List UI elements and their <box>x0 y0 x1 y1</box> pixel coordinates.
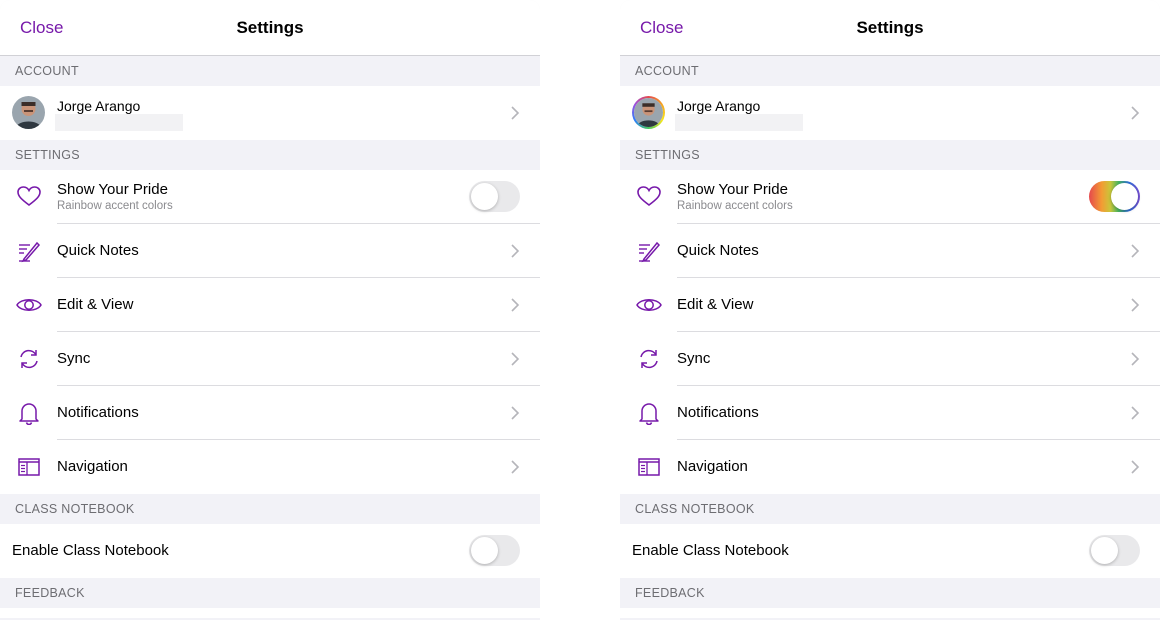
heart-icon <box>16 185 42 209</box>
edit-view-label: Edit & View <box>677 296 754 313</box>
quick-notes-icon <box>636 239 662 263</box>
pride-toggle[interactable] <box>469 181 520 212</box>
nav-bar: Close Settings <box>0 0 540 56</box>
avatar-photo-icon <box>12 96 45 129</box>
quick-notes-label: Quick Notes <box>677 242 759 259</box>
chevron-right-icon <box>510 105 520 121</box>
chevron-right-icon <box>1130 105 1140 121</box>
sync-icon <box>16 347 42 371</box>
page-title: Settings <box>236 18 304 37</box>
toggle-knob <box>471 537 498 564</box>
toggle-knob <box>1091 537 1118 564</box>
settings-item-edit-view[interactable]: Edit & View <box>0 278 540 332</box>
account-email-redacted <box>55 114 183 131</box>
page-title: Settings <box>856 18 924 37</box>
edit-view-label: Edit & View <box>57 296 134 313</box>
class-notebook-toggle[interactable] <box>469 535 520 566</box>
class-notebook-row: Enable Class Notebook <box>620 524 1160 578</box>
toggle-knob <box>1111 183 1138 210</box>
settings-item-quick-notes[interactable]: Quick Notes <box>620 224 1160 278</box>
section-header-feedback: FEEDBACK <box>620 578 1160 608</box>
chevron-right-icon <box>1130 405 1140 421</box>
eye-icon <box>16 293 42 317</box>
navigation-label: Navigation <box>677 458 748 475</box>
section-header-account: ACCOUNT <box>620 56 1160 86</box>
eye-icon <box>636 293 662 317</box>
heart-icon <box>636 185 662 209</box>
section-header-class-notebook: CLASS NOTEBOOK <box>620 494 1160 524</box>
class-notebook-label: Enable Class Notebook <box>12 542 169 559</box>
chevron-right-icon <box>510 351 520 367</box>
account-name: Jorge Arango <box>677 98 761 114</box>
settings-item-navigation[interactable]: Navigation <box>620 440 1160 494</box>
section-header-settings: SETTINGS <box>620 140 1160 170</box>
account-row[interactable]: Jorge Arango <box>620 86 1160 140</box>
pride-subtitle: Rainbow accent colors <box>57 200 173 212</box>
chevron-right-icon <box>510 297 520 313</box>
settings-item-quick-notes[interactable]: Quick Notes <box>0 224 540 278</box>
notifications-label: Notifications <box>677 404 759 421</box>
navigation-icon <box>16 455 42 479</box>
settings-item-sync[interactable]: Sync <box>0 332 540 386</box>
bell-icon <box>16 401 42 425</box>
class-notebook-label: Enable Class Notebook <box>632 542 789 559</box>
sync-icon <box>636 347 662 371</box>
notifications-label: Notifications <box>57 404 139 421</box>
settings-panel-pride-on: Close Settings ACCOUNT Jorge Arango SETT… <box>620 0 1160 620</box>
avatar-photo-icon <box>634 98 663 127</box>
navigation-icon <box>636 455 662 479</box>
pride-label: Show Your Pride <box>57 181 168 198</box>
settings-panel-pride-off: Close Settings ACCOUNT Jorge Arango SETT… <box>0 0 540 620</box>
account-email-redacted <box>675 114 803 131</box>
bell-icon <box>636 401 662 425</box>
toggle-knob <box>471 183 498 210</box>
sync-label: Sync <box>57 350 91 367</box>
settings-item-sync[interactable]: Sync <box>620 332 1160 386</box>
quick-notes-label: Quick Notes <box>57 242 139 259</box>
chevron-right-icon <box>1130 297 1140 313</box>
section-header-feedback: FEEDBACK <box>0 578 540 608</box>
settings-item-notifications[interactable]: Notifications <box>620 386 1160 440</box>
account-name: Jorge Arango <box>57 98 141 114</box>
chevron-right-icon <box>1130 351 1140 367</box>
pride-row: Show Your Pride Rainbow accent colors <box>620 170 1160 224</box>
feedback-row <box>620 608 1160 618</box>
class-notebook-toggle[interactable] <box>1089 535 1140 566</box>
section-header-class-notebook: CLASS NOTEBOOK <box>0 494 540 524</box>
section-header-account: ACCOUNT <box>0 56 540 86</box>
chevron-right-icon <box>510 459 520 475</box>
feedback-row <box>0 608 540 618</box>
nav-bar: Close Settings <box>620 0 1160 56</box>
sync-label: Sync <box>677 350 711 367</box>
chevron-right-icon <box>1130 243 1140 259</box>
navigation-label: Navigation <box>57 458 128 475</box>
section-header-settings: SETTINGS <box>0 140 540 170</box>
account-row[interactable]: Jorge Arango <box>0 86 540 140</box>
pride-row: Show Your Pride Rainbow accent colors <box>0 170 540 224</box>
quick-notes-icon <box>16 239 42 263</box>
chevron-right-icon <box>510 243 520 259</box>
settings-item-edit-view[interactable]: Edit & View <box>620 278 1160 332</box>
avatar <box>632 96 665 129</box>
settings-item-notifications[interactable]: Notifications <box>0 386 540 440</box>
settings-item-navigation[interactable]: Navigation <box>0 440 540 494</box>
pride-toggle[interactable] <box>1089 181 1140 212</box>
pride-subtitle: Rainbow accent colors <box>677 200 793 212</box>
pride-label: Show Your Pride <box>677 181 788 198</box>
avatar <box>12 96 45 129</box>
chevron-right-icon <box>1130 459 1140 475</box>
panel-gap <box>540 0 620 620</box>
chevron-right-icon <box>510 405 520 421</box>
class-notebook-row: Enable Class Notebook <box>0 524 540 578</box>
